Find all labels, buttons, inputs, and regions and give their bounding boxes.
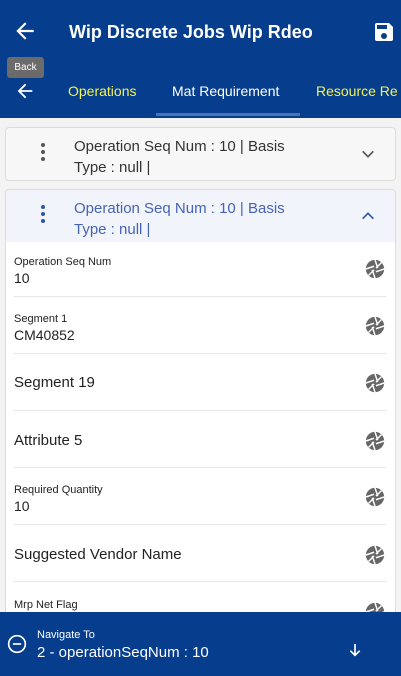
field-label: Segment 19 (14, 374, 95, 391)
card-summary: Operation Seq Num : 10 | Basis Type : nu… (74, 136, 334, 178)
tab-back-arrow-icon[interactable] (13, 80, 37, 102)
card-summary: Operation Seq Num : 10 | Basis Type : nu… (74, 198, 334, 240)
more-options-icon[interactable] (39, 205, 47, 227)
minus-circle-icon[interactable] (7, 634, 27, 654)
save-icon[interactable] (372, 20, 396, 44)
aperture-icon[interactable] (364, 315, 386, 337)
tab-bar: Operations Mat Requirement Resource Re (0, 64, 401, 118)
field-value: 10 (14, 270, 30, 286)
navigate-label: Navigate To (37, 629, 95, 641)
field-label: Segment 1 (14, 313, 68, 325)
card-summary-line2: Type : null | (74, 221, 151, 238)
field-label: Mrp Net Flag (14, 599, 78, 611)
operation-card-collapsed[interactable]: Operation Seq Num : 10 | Basis Type : nu… (5, 127, 396, 181)
navigate-value[interactable]: 2 - operationSeqNum : 10 (37, 644, 209, 661)
card-summary-line1: Operation Seq Num : 10 | Basis (74, 138, 285, 155)
operation-card-expanded: Operation Seq Num : 10 | Basis Type : nu… (5, 189, 396, 629)
tab-resource-requirement[interactable]: Resource Re (316, 83, 398, 99)
field-value: 10 (14, 498, 30, 514)
field-value: CM40852 (14, 327, 75, 343)
card-summary-line2: Type : null | (74, 159, 151, 176)
more-options-icon[interactable] (39, 143, 47, 165)
navigate-bar[interactable]: Navigate To 2 - operationSeqNum : 10 (0, 612, 401, 676)
app-header: Wip Discrete Jobs Wip Rdeo (0, 0, 401, 64)
field-label: Attribute 5 (14, 432, 83, 449)
field-segment-1: Segment 1 CM40852 (14, 298, 386, 354)
field-attribute-5: Attribute 5 (14, 412, 386, 468)
chevron-down-icon[interactable] (360, 146, 376, 162)
field-label: Operation Seq Num (14, 256, 112, 268)
aperture-icon[interactable] (364, 544, 386, 566)
card-summary-line1: Operation Seq Num : 10 | Basis (74, 200, 285, 217)
arrow-down-icon[interactable] (347, 642, 363, 658)
field-label: Suggested Vendor Name (14, 546, 182, 563)
card-header[interactable]: Operation Seq Num : 10 | Basis Type : nu… (6, 128, 395, 180)
tab-mat-requirement[interactable]: Mat Requirement (172, 83, 279, 99)
aperture-icon[interactable] (364, 258, 386, 280)
active-tab-indicator (156, 113, 300, 116)
field-required-quantity: Required Quantity 10 (14, 469, 386, 525)
field-label: Required Quantity (14, 484, 103, 496)
card-header[interactable]: Operation Seq Num : 10 | Basis Type : nu… (6, 190, 395, 242)
back-tooltip: Back (7, 57, 44, 78)
aperture-icon[interactable] (364, 486, 386, 508)
back-arrow-icon[interactable] (12, 18, 38, 44)
page-title: Wip Discrete Jobs Wip Rdeo (69, 22, 313, 42)
field-segment-19: Segment 19 (14, 355, 386, 411)
aperture-icon[interactable] (364, 372, 386, 394)
chevron-up-icon[interactable] (360, 208, 376, 224)
aperture-icon[interactable] (364, 430, 386, 452)
field-suggested-vendor-name: Suggested Vendor Name (14, 526, 386, 582)
tab-operations[interactable]: Operations (68, 83, 136, 99)
field-operation-seq-num: Operation Seq Num 10 (14, 242, 386, 297)
